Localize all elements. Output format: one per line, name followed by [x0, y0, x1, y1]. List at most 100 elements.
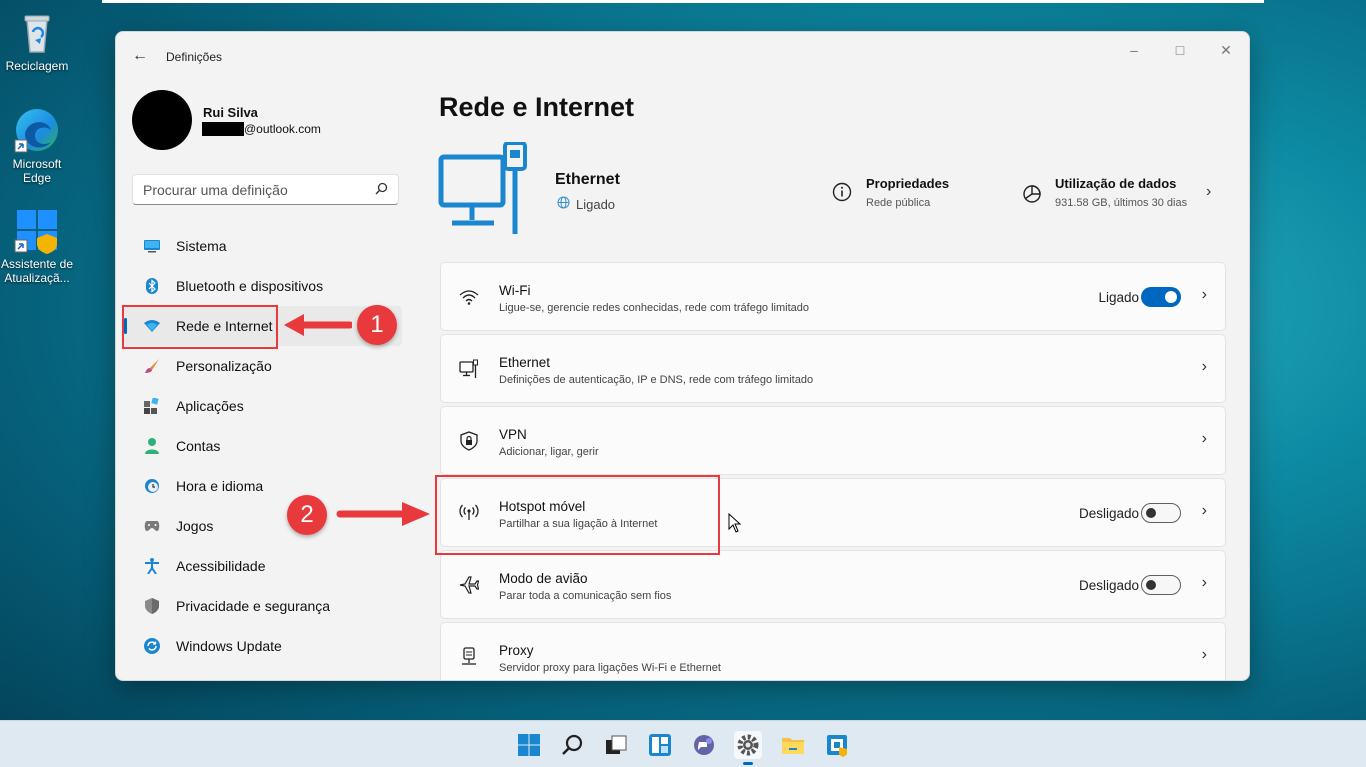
chat-icon[interactable]: [690, 731, 718, 759]
chevron-right-icon[interactable]: ›: [1202, 358, 1207, 376]
sidebar-item-label: Aplicações: [176, 398, 244, 414]
clock-globe-icon: [144, 478, 160, 494]
highlight-box-2: [435, 475, 720, 555]
desktop-icon-label: Reciclagem: [5, 59, 69, 73]
redaction-bar: [202, 122, 244, 136]
step-badge-1: 1: [357, 305, 397, 345]
step-badge-2: 2: [287, 495, 327, 535]
sidebar-item-windows-update[interactable]: Windows Update: [124, 626, 402, 666]
ethernet-icon: [459, 359, 479, 379]
person-icon: [144, 438, 160, 454]
file-explorer-icon[interactable]: [779, 731, 807, 759]
card-subtitle: Ligue-se, gerencie redes conhecidas, red…: [499, 302, 810, 314]
card-title: VPN: [499, 427, 527, 442]
edge-icon: [13, 106, 61, 154]
data-usage-subtitle: 931.58 GB, últimos 30 dias: [1055, 197, 1188, 209]
wifi-toggle[interactable]: [1141, 287, 1181, 307]
apps-icon: [144, 398, 160, 414]
proxy-icon: [459, 647, 479, 667]
close-button[interactable]: ✕: [1211, 40, 1241, 60]
ethernet-large-icon: [438, 141, 534, 238]
desktop-update-assistant[interactable]: Assistente de Atualizaçã...: [0, 206, 74, 285]
info-icon[interactable]: [832, 182, 852, 202]
windows-update-assistant-icon: [13, 206, 61, 254]
arrow-left-icon: [284, 314, 352, 336]
taskbar-search-icon[interactable]: [559, 731, 587, 759]
card-title: Proxy: [499, 643, 534, 658]
toggle-state-label: Desligado: [1078, 506, 1139, 521]
airplane-icon: [459, 575, 480, 595]
sidebar-nav: Sistema Bluetooth e dispositivos Rede e …: [124, 226, 402, 666]
bluetooth-icon: [144, 278, 160, 294]
wifi-icon: [459, 287, 479, 307]
properties-link[interactable]: Propriedades: [866, 176, 949, 191]
card-proxy[interactable]: Proxy Servidor proxy para ligações Wi-Fi…: [440, 622, 1226, 680]
chevron-right-icon[interactable]: ›: [1202, 286, 1207, 304]
desktop-icon-label: Microsoft Edge: [12, 157, 62, 185]
sidebar-item-acessibilidade[interactable]: Acessibilidade: [124, 546, 402, 586]
sidebar-item-label: Windows Update: [176, 638, 282, 654]
avatar[interactable]: [132, 90, 192, 150]
card-wifi[interactable]: Wi-Fi Ligue-se, gerencie redes conhecida…: [440, 262, 1226, 331]
widgets-icon[interactable]: [646, 731, 674, 759]
update-icon: [144, 638, 160, 654]
chevron-right-icon[interactable]: ›: [1202, 646, 1207, 664]
task-view-icon[interactable]: [602, 731, 630, 759]
airplane-mode-toggle[interactable]: [1141, 575, 1181, 595]
sidebar-item-privacidade[interactable]: Privacidade e segurança: [124, 586, 402, 626]
chevron-right-icon[interactable]: ›: [1202, 574, 1207, 592]
sidebar-item-label: Acessibilidade: [176, 558, 266, 574]
title-bar: ← Definições – □ ✕: [116, 32, 1249, 80]
card-subtitle: Parar toda a comunicação sem fios: [499, 590, 672, 602]
desktop-recycle-bin[interactable]: Reciclagem: [0, 8, 74, 73]
vpn-shield-icon: [459, 431, 479, 451]
user-name: Rui Silva: [203, 105, 258, 120]
search-icon[interactable]: [375, 182, 388, 198]
sidebar-item-contas[interactable]: Contas: [124, 426, 402, 466]
sidebar-item-bluetooth[interactable]: Bluetooth e dispositivos: [124, 266, 402, 306]
sidebar-item-aplicacoes[interactable]: Aplicações: [124, 386, 402, 426]
minimize-button[interactable]: –: [1119, 40, 1149, 60]
chevron-right-icon[interactable]: ›: [1202, 502, 1207, 520]
shield-icon: [144, 598, 160, 614]
sidebar-item-label: Personalização: [176, 358, 272, 374]
back-button[interactable]: ←: [130, 46, 150, 66]
card-vpn[interactable]: VPN Adicionar, ligar, gerir ›: [440, 406, 1226, 475]
pie-chart-icon[interactable]: [1021, 182, 1043, 204]
accessibility-icon: [144, 558, 160, 574]
sidebar-item-label: Hora e idioma: [176, 478, 264, 494]
chevron-right-icon[interactable]: ›: [1206, 183, 1211, 201]
card-ethernet[interactable]: Ethernet Definições de autenticação, IP …: [440, 334, 1226, 403]
sidebar-item-sistema[interactable]: Sistema: [124, 226, 402, 266]
arrow-right-icon: [336, 502, 430, 526]
sidebar-item-personalizacao[interactable]: Personalização: [124, 346, 402, 386]
chevron-right-icon[interactable]: ›: [1202, 430, 1207, 448]
card-title: Wi-Fi: [499, 283, 531, 298]
data-usage-link[interactable]: Utilização de dados: [1055, 176, 1176, 191]
search-input[interactable]: Procurar uma definição: [132, 174, 399, 205]
properties-subtitle: Rede pública: [866, 197, 931, 209]
start-button-icon[interactable]: [515, 731, 543, 759]
sidebar-item-label: Contas: [176, 438, 221, 454]
window-title: Definições: [166, 50, 223, 64]
connection-status: Ligado: [557, 196, 615, 212]
active-indicator: [743, 762, 753, 765]
toggle-state-label: Desligado: [1078, 578, 1139, 593]
sidebar-item-hora-idioma[interactable]: Hora e idioma: [124, 466, 402, 506]
update-assistant-taskbar-icon[interactable]: [823, 731, 851, 759]
desktop-icon-label: Assistente de Atualizaçã...: [0, 257, 74, 285]
taskbar: [0, 720, 1366, 767]
hotspot-toggle[interactable]: [1141, 503, 1181, 523]
sidebar-item-label: Jogos: [176, 518, 214, 534]
card-airplane-mode[interactable]: Modo de avião Parar toda a comunicação s…: [440, 550, 1226, 619]
desktop-microsoft-edge[interactable]: Microsoft Edge: [0, 106, 74, 185]
page-title: Rede e Internet: [439, 92, 635, 122]
mouse-cursor-icon: [728, 513, 742, 533]
connection-name: Ethernet: [555, 171, 620, 188]
recycle-bin-icon: [13, 8, 61, 56]
highlight-box-1: [122, 305, 278, 349]
toggle-state-label: Ligado: [1098, 290, 1139, 305]
sidebar-item-label: Sistema: [176, 238, 227, 254]
maximize-button[interactable]: □: [1165, 40, 1195, 60]
settings-taskbar-icon[interactable]: [734, 731, 762, 765]
